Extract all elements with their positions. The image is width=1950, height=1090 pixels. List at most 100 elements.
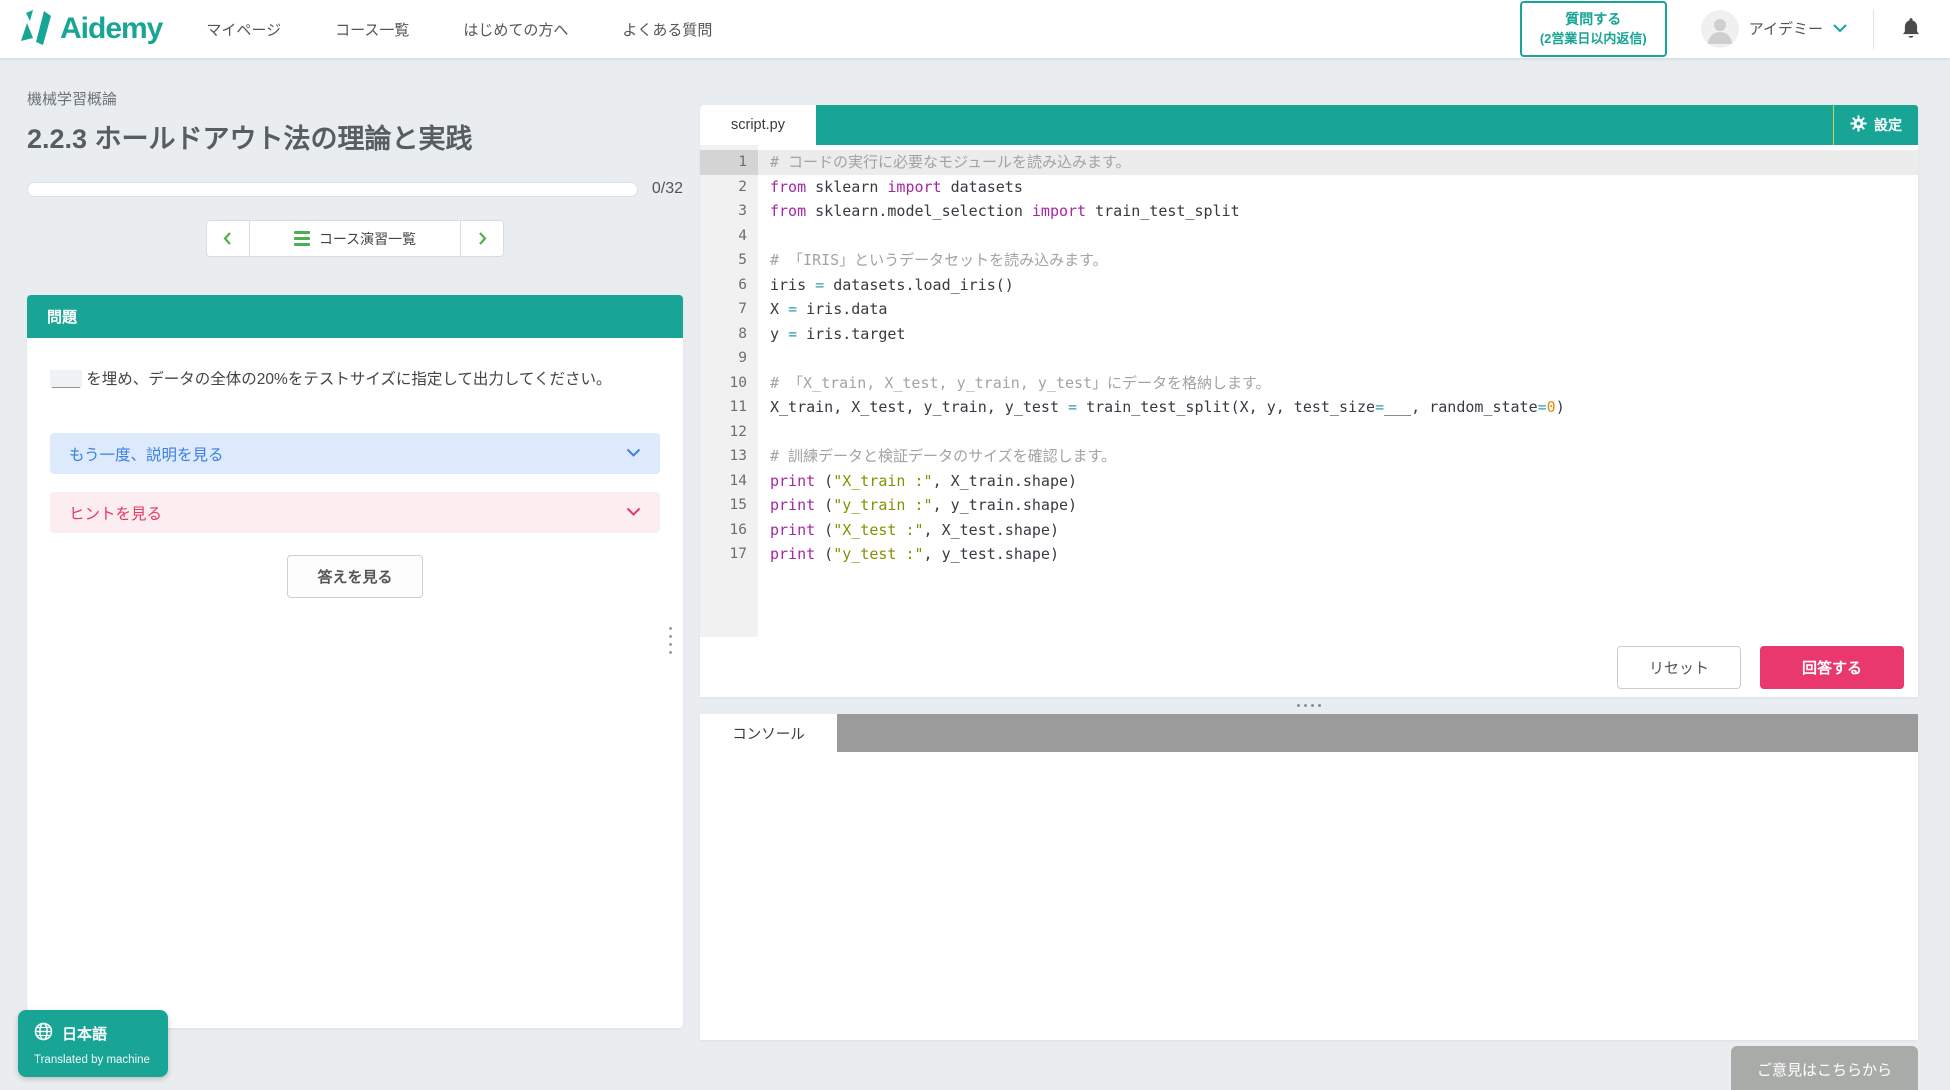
line-number: 10 — [700, 371, 758, 396]
prev-exercise-button[interactable] — [206, 220, 250, 257]
tab-console[interactable]: コンソール — [700, 714, 837, 752]
code-line[interactable]: print ("X_test :", X_test.shape) — [758, 518, 1918, 543]
editor-tabbar: script.py — [700, 105, 1918, 145]
chevron-down-icon — [1833, 20, 1847, 38]
code-line[interactable]: X_train, X_test, y_train, y_test = train… — [758, 395, 1918, 420]
language-badge[interactable]: 日本語 Translated by machine — [18, 1010, 168, 1077]
nav-mypage[interactable]: マイページ — [206, 19, 281, 40]
show-answer-button[interactable]: 答えを見る — [287, 555, 422, 598]
nav-course-list[interactable]: コース一覧 — [335, 19, 409, 40]
next-exercise-button[interactable] — [460, 220, 504, 257]
panel-resize-handle[interactable] — [663, 620, 677, 660]
settings-button[interactable]: 設定 — [1833, 105, 1918, 145]
topbar-divider — [1873, 9, 1874, 49]
code-line[interactable]: X = iris.data — [758, 297, 1918, 322]
code-line[interactable]: print ("y_train :", y_train.shape) — [758, 493, 1918, 518]
question-card: 問題 ___ を埋め、データの全体の20%をテストサイズに指定して出力してくださ… — [27, 295, 683, 1028]
code-line[interactable] — [758, 224, 1918, 249]
question-blank: ___ — [50, 370, 82, 388]
line-number: 15 — [700, 493, 758, 518]
breadcrumb[interactable]: 機械学習概論 — [27, 88, 683, 109]
code-line[interactable]: from sklearn.model_selection import trai… — [758, 199, 1918, 224]
avatar — [1701, 10, 1739, 48]
code-line[interactable] — [758, 420, 1918, 445]
line-number: 11 — [700, 395, 758, 420]
line-number: 1 — [700, 150, 758, 175]
code-editor-card: script.py — [700, 105, 1918, 697]
ask-question-button[interactable]: 質問する (2営業日以内返信) — [1520, 1, 1667, 56]
course-exercise-list-label: コース演習一覧 — [319, 229, 416, 249]
console-output — [700, 752, 1918, 1040]
ask-question-sublabel: (2営業日以内返信) — [1540, 30, 1647, 49]
submit-answer-button[interactable]: 回答する — [1760, 646, 1904, 689]
code-line[interactable]: iris = datasets.load_iris() — [758, 273, 1918, 298]
reset-button[interactable]: リセット — [1617, 646, 1741, 689]
line-number: 13 — [700, 444, 758, 469]
line-number: 16 — [700, 518, 758, 543]
tab-script-py[interactable]: script.py — [700, 105, 816, 145]
line-number: 17 — [700, 542, 758, 567]
lesson-panel: 機械学習概論 2.2.3 ホールドアウト法の理論と実践 0/32 コース演習一覧… — [27, 58, 683, 1040]
notification-bell-icon[interactable] — [1900, 17, 1922, 41]
gear-icon — [1850, 115, 1867, 135]
line-number: 14 — [700, 469, 758, 494]
feedback-button[interactable]: ご意見はこちらから — [1731, 1046, 1918, 1090]
topbar-right: 質問する (2営業日以内返信) アイデミー — [1520, 1, 1922, 56]
code-line[interactable]: # 訓練データと検証データのサイズを確認します。 — [758, 444, 1918, 469]
editor-panel: script.py — [700, 58, 1918, 1040]
main-nav: マイページ コース一覧 はじめての方へ よくある質問 — [206, 19, 712, 40]
progress-bar — [27, 182, 638, 197]
line-number: 9 — [700, 346, 758, 371]
line-number: 2 — [700, 175, 758, 200]
show-explanation-label: もう一度、説明を見る — [69, 443, 224, 465]
aidemy-logo[interactable]: Aidemy — [20, 9, 162, 50]
show-explanation-toggle[interactable]: もう一度、説明を見る — [50, 433, 660, 474]
course-exercise-list-button[interactable]: コース演習一覧 — [250, 220, 460, 257]
line-number: 4 — [700, 224, 758, 249]
code-line[interactable]: from sklearn import datasets — [758, 175, 1918, 200]
line-number: 6 — [700, 273, 758, 298]
language-label: 日本語 — [62, 1023, 107, 1044]
show-hint-label: ヒントを見る — [69, 502, 162, 524]
code-line[interactable]: # 「IRIS」というデータセットを読み込みます。 — [758, 248, 1918, 273]
top-navbar: Aidemy マイページ コース一覧 はじめての方へ よくある質問 質問する (… — [0, 0, 1950, 58]
ask-question-label: 質問する — [1540, 9, 1647, 29]
code-line[interactable]: # 「X_train, X_test, y_train, y_test」にデータ… — [758, 371, 1918, 396]
aidemy-logo-icon — [20, 9, 54, 50]
chevron-down-icon — [626, 504, 641, 522]
question-body-text: を埋め、データの全体の20%をテストサイズに指定して出力してください。 — [82, 371, 611, 388]
editor-actions: リセット 回答する — [700, 637, 1918, 697]
console-resize-handle[interactable] — [700, 697, 1918, 714]
code-line[interactable]: y = iris.target — [758, 322, 1918, 347]
code-line[interactable]: # コードの実行に必要なモジュールを読み込みます。 — [758, 150, 1918, 175]
user-name: アイデミー — [1749, 18, 1823, 39]
line-number: 7 — [700, 297, 758, 322]
line-number: 8 — [700, 322, 758, 347]
question-header: 問題 — [27, 295, 683, 338]
progress-row: 0/32 — [27, 180, 683, 198]
line-number: 5 — [700, 248, 758, 273]
show-hint-toggle[interactable]: ヒントを見る — [50, 492, 660, 533]
nav-beginners[interactable]: はじめての方へ — [463, 19, 568, 40]
code-line[interactable]: print ("X_train :", X_train.shape) — [758, 469, 1918, 494]
aidemy-logo-text: Aidemy — [60, 12, 162, 46]
page-title: 2.2.3 ホールドアウト法の理論と実践 — [27, 117, 683, 156]
code-lines[interactable]: # コードの実行に必要なモジュールを読み込みます。from sklearn im… — [758, 145, 1918, 637]
answer-row: 答えを見る — [27, 555, 683, 598]
line-number-gutter: 1234567891011121314151617 — [700, 145, 758, 637]
user-menu[interactable]: アイデミー — [1701, 10, 1847, 48]
code-area[interactable]: 1234567891011121314151617 # コードの実行に必要なモジ… — [700, 145, 1918, 637]
code-line[interactable] — [758, 346, 1918, 371]
nav-faq[interactable]: よくある質問 — [622, 19, 712, 40]
progress-label: 0/32 — [652, 180, 683, 198]
code-line[interactable]: print ("y_test :", y_test.shape) — [758, 542, 1918, 567]
main-content: 機械学習概論 2.2.3 ホールドアウト法の理論と実践 0/32 コース演習一覧… — [0, 58, 1950, 1040]
settings-label: 設定 — [1874, 115, 1902, 135]
line-number: 3 — [700, 199, 758, 224]
console-tabbar: コンソール — [700, 714, 1918, 752]
translated-by-machine-label: Translated by machine — [34, 1054, 150, 1066]
line-number: 12 — [700, 420, 758, 445]
console-card: コンソール — [700, 714, 1918, 1040]
question-text: ___ を埋め、データの全体の20%をテストサイズに指定して出力してください。 — [27, 338, 683, 421]
list-icon — [294, 231, 310, 246]
